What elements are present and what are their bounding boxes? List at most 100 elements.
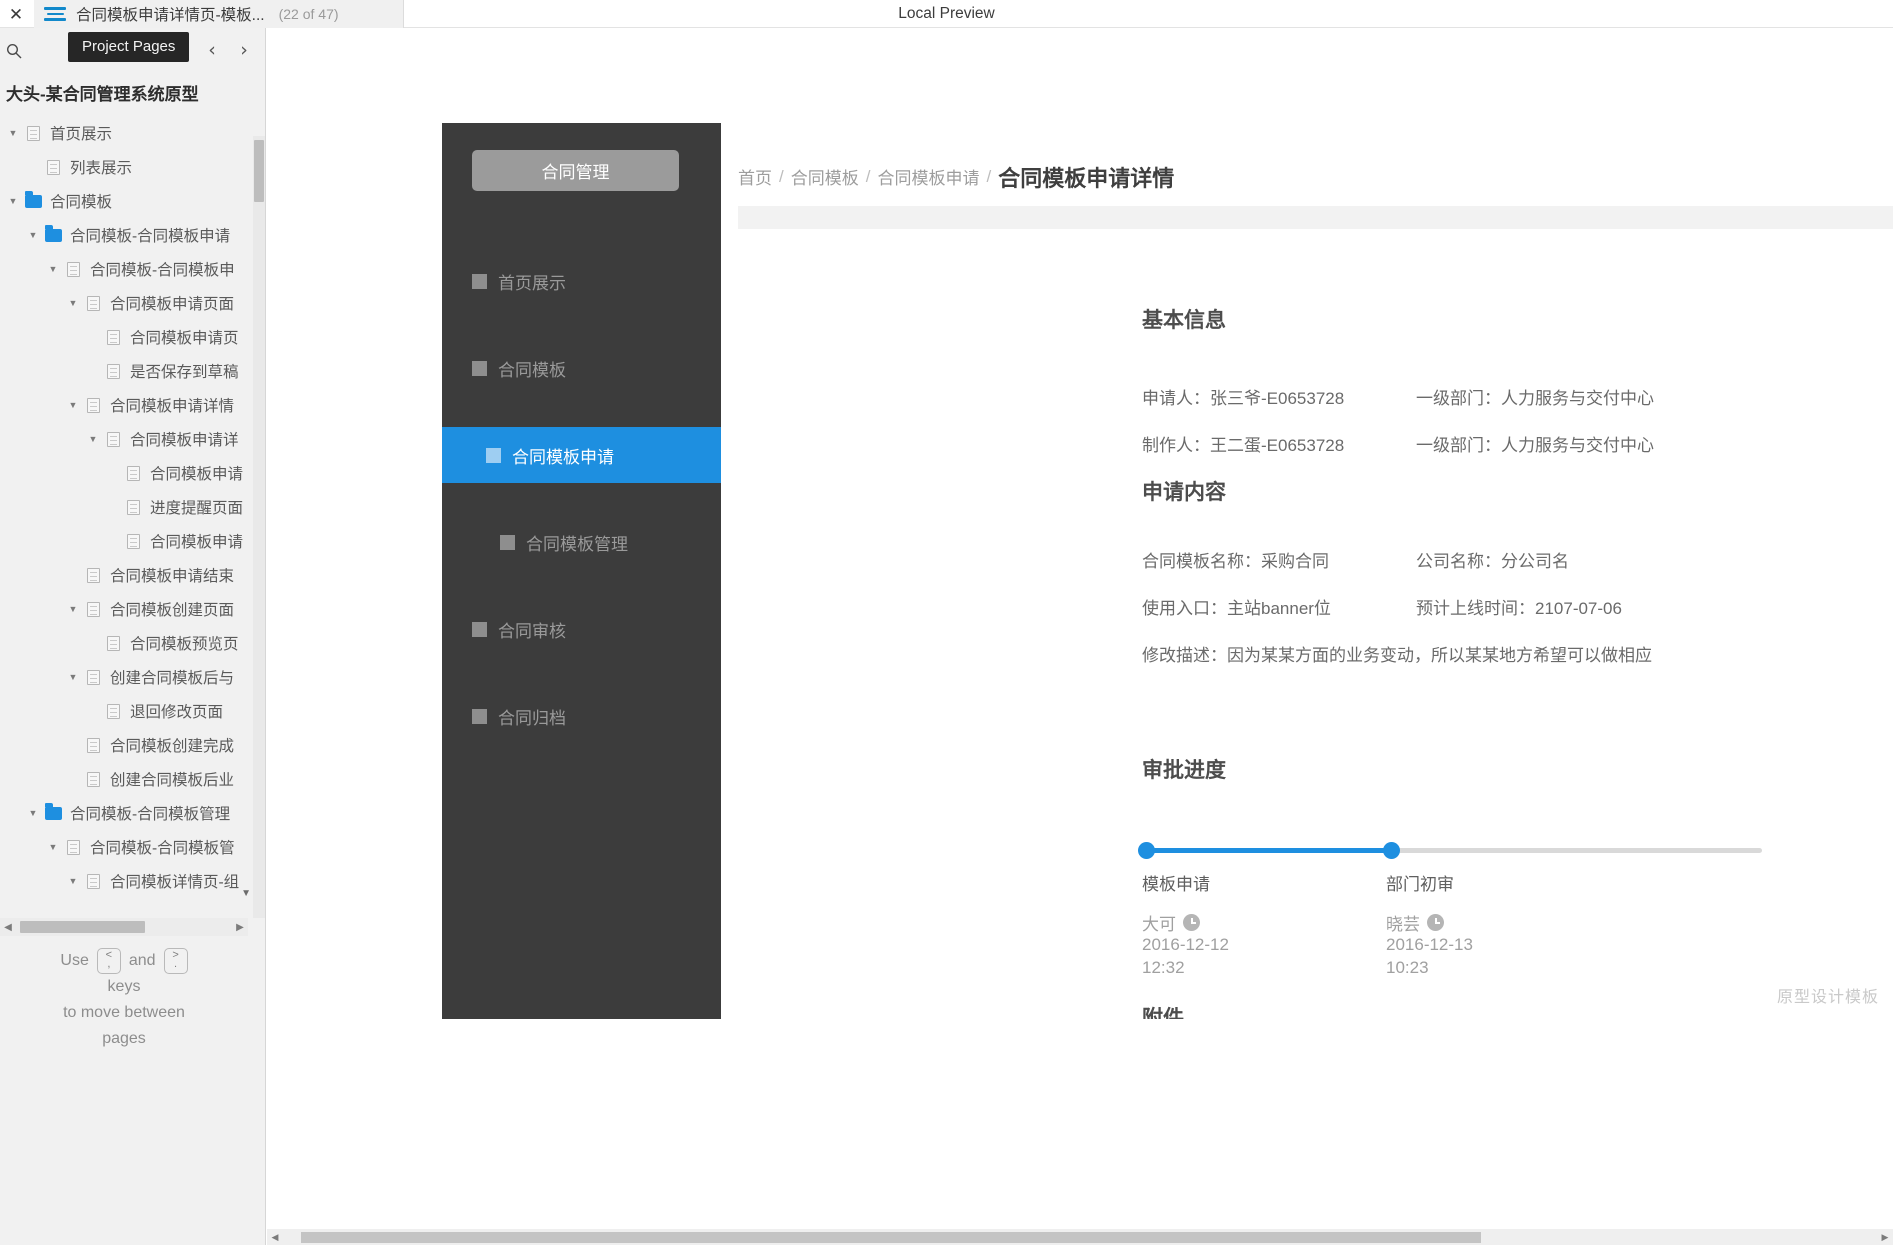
approval-step-1-name: 部门初审 [1386, 875, 1454, 894]
apply-content-row-1-left: 使用入口：主站banner位 [1142, 599, 1331, 618]
breadcrumb-link-1[interactable]: 合同模板 [791, 164, 859, 189]
chevron-down-icon[interactable]: ▼ [4, 196, 22, 206]
scroll-track[interactable] [16, 921, 232, 933]
page-icon [82, 295, 104, 311]
tree-item[interactable]: ▼是否保存到草稿 [0, 354, 248, 388]
approval-step-dot-1[interactable] [1383, 842, 1400, 859]
sidebar-item-0[interactable]: 首页展示 [442, 253, 721, 309]
search-icon[interactable] [0, 38, 28, 64]
tree-item[interactable]: ▼合同模板申请 [0, 524, 248, 558]
chevron-down-icon[interactable]: ▼ [4, 128, 22, 138]
hamburger-icon[interactable] [44, 6, 66, 22]
page-icon [122, 499, 144, 515]
approval-step-dot-0[interactable] [1138, 842, 1155, 859]
page-count: (22 of 47) [278, 6, 339, 22]
sidebar-item-2[interactable]: 合同模板申请 [442, 427, 721, 483]
apply-content-row-0-left: 合同模板名称：采购合同 [1142, 552, 1329, 571]
page-nav[interactable]: ‹ › [199, 36, 257, 64]
tree-item[interactable]: ▼ 合同模板-合同模板申请 [0, 218, 248, 252]
tree-item[interactable]: ▼ 合同模板申请详情 [0, 388, 248, 422]
scroll-right-icon[interactable]: ▶ [232, 922, 248, 933]
sidebar-item-5[interactable]: 合同归档 [442, 688, 721, 744]
tree-item[interactable]: ▼ 合同模板申请详 [0, 422, 248, 456]
hint-use-label: Use [60, 952, 89, 969]
scroll-thumb[interactable] [254, 140, 264, 202]
tree-item[interactable]: ▼ 合同模板-合同模板申 [0, 252, 248, 286]
scroll-track[interactable] [283, 1231, 1877, 1243]
scroll-right-icon[interactable]: ▶ [1877, 1232, 1893, 1243]
content-scroll-area[interactable]: 基本信息 申请人：张三爷-E0653728 一级部门：人力服务与交付中心 制作人… [738, 206, 1893, 1019]
tree-item[interactable]: ▼合同模板申请结束 [0, 558, 248, 592]
tree-item[interactable]: ▼合同模板预览页 [0, 626, 248, 660]
sidebar-item-label: 合同模板申请 [512, 447, 614, 467]
tree-item-label: 合同模板-合同模板申请 [70, 228, 231, 245]
tree-item[interactable]: ▼ 合同模板详情页-组 [0, 864, 248, 898]
brand-button[interactable]: 合同管理 [472, 150, 679, 191]
chevron-down-icon[interactable]: ▼ [64, 604, 82, 614]
chevron-down-icon[interactable]: ▼ [64, 876, 82, 886]
chevron-down-icon[interactable]: ▼ [64, 672, 82, 682]
scroll-left-icon[interactable]: ◀ [267, 1232, 283, 1243]
tree-item[interactable]: ▼创建合同模板后业 [0, 762, 248, 796]
tree-item[interactable]: ▼ 合同模板-合同模板管 [0, 830, 248, 864]
chevron-down-icon[interactable]: ▼ [44, 264, 62, 274]
page-icon [102, 431, 124, 447]
tab-title: 合同模板申请详情页-模板... [76, 7, 265, 24]
canvas-horizontal-scrollbar[interactable]: ◀ ▶ [267, 1229, 1893, 1245]
tree-vertical-scrollbar[interactable] [253, 136, 265, 918]
tree-item[interactable]: ▼退回修改页面 [0, 694, 248, 728]
tree-item[interactable]: ▼进度提醒页面 [0, 490, 248, 524]
tree-item[interactable]: ▼ 合同模板-合同模板管理 [0, 796, 248, 830]
chevron-down-icon[interactable]: ▼ [24, 808, 42, 818]
prev-page-button[interactable]: ‹ [199, 36, 225, 64]
breadcrumb-link-2[interactable]: 合同模板申请 [877, 164, 979, 189]
page-icon [42, 159, 64, 175]
chevron-down-icon[interactable]: ▼ [64, 298, 82, 308]
hint-and-label: and [128, 952, 156, 969]
tree-item[interactable]: ▼合同模板申请 [0, 456, 248, 490]
tree-item[interactable]: ▼合同模板申请页 [0, 320, 248, 354]
page-icon [82, 669, 104, 685]
tree-item[interactable]: ▼ 创建合同模板后与 [0, 660, 248, 694]
scroll-left-icon[interactable]: ◀ [0, 922, 16, 933]
basic-info-row-0-left: 申请人：张三爷-E0653728 [1142, 389, 1345, 408]
tree-item[interactable]: ▼ 合同模板创建页面 [0, 592, 248, 626]
approval-step-1-time: 10:23 [1386, 958, 1429, 977]
chevron-down-icon[interactable]: ▼ [84, 434, 102, 444]
tree-item[interactable]: ▼合同模板创建完成 [0, 728, 248, 762]
prototype-sidebar: 合同管理 首页展示合同模板合同模板申请合同模板管理 合同审核合同归档 [442, 123, 721, 1019]
next-page-button[interactable]: › [231, 36, 257, 64]
approval-progress-fill [1142, 848, 1392, 853]
sidebar-item-3[interactable]: 合同模板管理 [442, 514, 721, 570]
chevron-down-icon[interactable]: ▼ [44, 842, 62, 852]
section-title-apply-content: 申请内容 [1142, 481, 1226, 504]
tree-item[interactable]: ▼ 合同模板 [0, 184, 248, 218]
page-tree[interactable]: ▼首页展示▼列表展示▼合同模板▼合同模板-合同模板申请▼合同模板-合同模板申▼合… [0, 116, 248, 916]
sidebar-item-1[interactable]: 合同模板 [442, 340, 721, 396]
tree-item-label: 合同模板-合同模板申 [90, 262, 235, 279]
chevron-down-icon[interactable]: ▼ [64, 400, 82, 410]
section-title-approval: 审批进度 [1142, 759, 1226, 782]
tree-item[interactable]: ▼ 合同模板申请页面 [0, 286, 248, 320]
close-icon[interactable]: ✕ [4, 2, 28, 26]
approval-step-0-person-row: 大可 [1142, 910, 1200, 935]
tree-expand-more-icon[interactable]: ▼ [241, 888, 251, 899]
sidebar-item-4[interactable]: 合同审核 [442, 601, 721, 657]
page-icon [82, 567, 104, 583]
breadcrumb-link-0[interactable]: 首页 [738, 164, 772, 189]
scroll-thumb[interactable] [20, 921, 145, 933]
page-icon [62, 261, 84, 277]
scroll-thumb[interactable] [301, 1231, 1481, 1243]
sidebar-item-label: 合同模板 [498, 360, 566, 380]
tree-item[interactable]: ▼列表展示 [0, 150, 248, 184]
tree-horizontal-scrollbar[interactable]: ◀ ▶ [0, 918, 248, 936]
section-title-attachment: 附件 [1142, 1007, 1184, 1019]
sidebar-item-label: 首页展示 [498, 273, 566, 293]
tree-item-label: 合同模板申请详情 [110, 398, 235, 415]
page-tab[interactable]: 合同模板申请详情页-模板... (22 of 47) [34, 0, 404, 28]
clock-icon [1427, 914, 1444, 931]
tree-item[interactable]: ▼ 首页展示 [0, 116, 248, 150]
page-icon [102, 363, 124, 379]
square-bullet-icon [472, 360, 487, 376]
chevron-down-icon[interactable]: ▼ [24, 230, 42, 240]
